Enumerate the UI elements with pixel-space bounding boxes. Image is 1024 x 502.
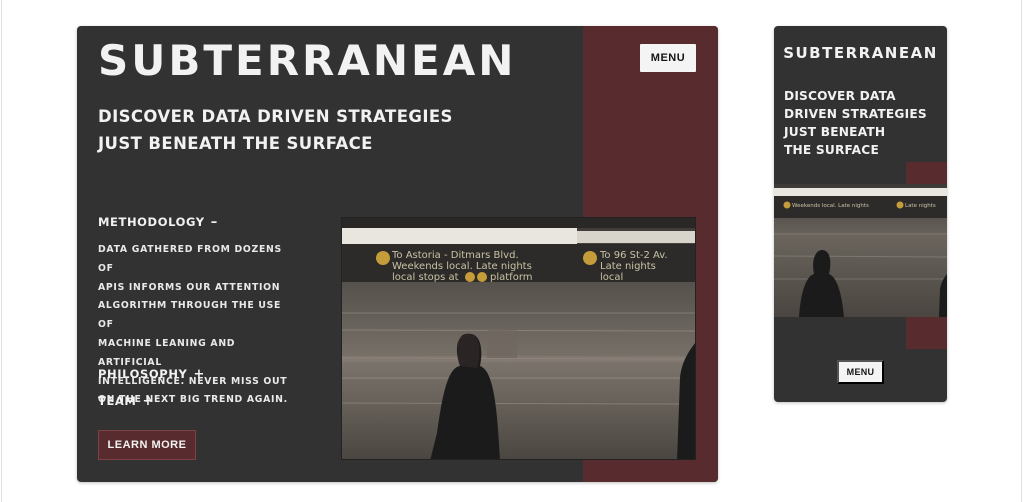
tagline-line: JUST BENEATH [784,125,886,139]
brand-title[interactable]: SUBTERRANEAN [98,36,516,85]
sign-text: Late nights [600,261,656,272]
sign-text: Weekends local. Late nights [792,203,869,209]
sign-text: Weekends local. Late nights [392,261,532,272]
sign-text: local [600,272,623,283]
subway-photo-graphic: Weekends local. Late nights Late nights [774,184,947,317]
hero-tagline: DISCOVER DATA DRIVEN STRATEGIES JUST BEN… [784,87,944,159]
sign-text: Late nights [905,203,936,209]
mobile-preview-card: SUBTERRANEAN DISCOVER DATA DRIVEN STRATE… [774,26,947,402]
expand-icon[interactable]: + [193,367,205,382]
accordion-label: METHODOLOGY [98,215,205,229]
collapse-icon[interactable]: – [211,215,218,230]
accordion-team[interactable]: TEAM + [98,394,154,409]
learn-more-button[interactable]: LEARN MORE [98,430,196,460]
brand-title[interactable]: SUBTERRANEAN [774,44,947,62]
accordion-methodology[interactable]: METHODOLOGY – [98,215,218,230]
subway-photo: Weekends local. Late nights Late nights [774,184,947,317]
subway-photo-graphic: To Astoria - Ditmars Blvd. Weekends loca… [342,218,695,459]
tagline-line: DISCOVER DATA [784,89,896,103]
desktop-preview-card: SUBTERRANEAN MENU DISCOVER DATA DRIVEN S… [77,26,718,482]
hero-tagline: DISCOVER DATA DRIVEN STRATEGIES JUST BEN… [98,103,458,157]
tagline-line: THE SURFACE [784,143,879,157]
tagline-line: DRIVEN STRATEGIES [784,107,927,121]
sign-text: To 96 St-2 Av. [599,250,668,261]
methodology-line: DATA GATHERED FROM DOZENS OF [98,244,282,274]
accordion-label: PHILOSOPHY [98,367,188,381]
accordion-label: TEAM [98,394,137,408]
methodology-text: DATA GATHERED FROM DOZENS OF APIS INFORM… [98,241,298,410]
subway-photo: To Astoria - Ditmars Blvd. Weekends loca… [341,217,696,460]
sign-text: To Astoria - Ditmars Blvd. [391,250,519,261]
sign-text: local stops at [392,272,459,283]
menu-button[interactable]: MENU [640,44,696,72]
tagline-line: DISCOVER DATA DRIVEN STRATEGIES [98,107,453,126]
expand-icon[interactable]: + [142,394,154,409]
menu-button[interactable]: MENU [837,360,884,384]
tagline-line: JUST BENEATH THE SURFACE [98,134,373,153]
methodology-line: ALGORITHM THROUGH THE USE OF [98,300,282,331]
accordion-philosophy[interactable]: PHILOSOPHY + [98,367,205,382]
methodology-line: APIS INFORMS OUR ATTENTION [98,281,281,293]
sign-text: platform [490,272,533,283]
